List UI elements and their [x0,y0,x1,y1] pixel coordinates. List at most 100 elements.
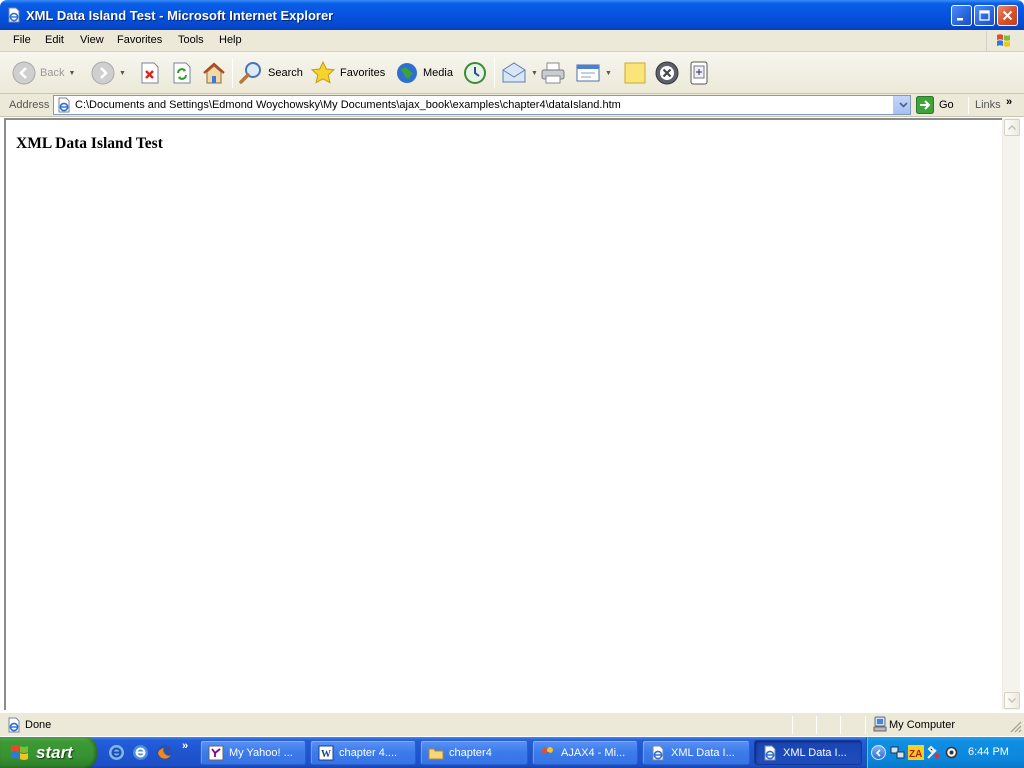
taskbar-item-label: My Yahoo! ... [229,746,293,759]
back-dropdown-icon[interactable]: ▼ [68,70,75,77]
discuss-button[interactable] [623,59,647,87]
forward-button[interactable]: ▼ [91,59,126,87]
address-dropdown-button[interactable] [893,96,910,114]
forward-arrow-icon [91,61,115,85]
taskbar-item-label: XML Data I... [783,746,847,759]
note-icon [624,62,646,84]
arrow-up-icon [1008,125,1016,130]
media-globe-icon [397,63,417,83]
menu-bar: File Edit View Favorites Tools Help [0,30,1024,52]
forward-dropdown-icon[interactable]: ▼ [119,70,126,77]
page-content: XML Data Island Test [4,118,1002,710]
mail-icon [502,62,526,83]
go-arrow-icon [916,96,934,114]
quick-launch-chevron-icon[interactable]: » [182,740,188,752]
maximize-button[interactable] [974,5,995,26]
menu-help[interactable]: Help [219,34,242,46]
media-button[interactable]: Media [395,59,453,87]
scroll-down-button[interactable] [1004,692,1020,709]
favorites-button[interactable]: Favorites [310,59,385,87]
maximize-icon [979,10,990,21]
zonealarm-icon[interactable]: ZA [908,745,924,760]
tools-icon[interactable] [926,745,941,760]
minimize-button[interactable] [951,5,972,26]
stop-button[interactable] [139,59,161,87]
network-icon[interactable] [890,745,905,760]
arrow-down-icon [1008,698,1016,703]
home-button[interactable] [201,59,227,87]
menu-tools[interactable]: Tools [178,34,204,46]
back-arrow-icon [12,61,36,85]
refresh-icon [173,62,191,84]
menu-file[interactable]: File [13,34,31,46]
windows-logo [986,31,1020,51]
search-label: Search [268,67,303,79]
back-button[interactable]: Back ▼ [12,59,75,87]
edit-page-icon [576,64,600,82]
address-field[interactable] [53,95,911,115]
printer-icon [541,62,565,84]
device-icon [690,61,708,85]
taskbar-item-2[interactable]: chapter4 [420,740,528,765]
address-bar: Address Go Links » [0,94,1024,117]
clock[interactable]: 6:44 PM [968,746,1009,758]
address-input[interactable] [75,97,885,113]
folder-icon [428,748,444,759]
start-button[interactable]: start [0,737,97,768]
mail-dropdown-icon[interactable]: ▼ [531,70,538,77]
print-button[interactable] [540,59,566,87]
title-bar[interactable]: XML Data Island Test - Microsoft Interne… [0,0,1024,30]
media-label: Media [423,67,453,79]
links-chevron-icon[interactable]: » [1006,96,1012,108]
zone-text: My Computer [889,719,956,731]
messenger-button[interactable] [654,59,680,87]
page-heading: XML Data Island Test [16,135,163,152]
links-button[interactable]: Links [975,99,1001,111]
status-text: Done [25,719,52,731]
tray-expand-button[interactable] [871,745,886,760]
status-divider [840,716,841,734]
history-clock-icon [464,62,486,84]
back-label: Back [40,67,65,79]
history-button[interactable] [463,59,487,87]
ie-page-icon [652,745,664,760]
svg-text:ZA: ZA [909,749,922,760]
windows-flag-icon [997,34,1010,47]
taskbar-item-label: AJAX4 - Mi... [561,746,626,759]
vertical-scrollbar[interactable] [1002,118,1020,710]
mail-button[interactable]: ▼ [501,59,538,87]
status-divider [865,716,866,734]
system-tray: ZA 6:44 PM [866,737,1024,768]
quick-launch-ie-icon[interactable] [108,744,125,761]
taskbar-item-5[interactable]: XML Data I... [754,740,862,765]
refresh-button[interactable] [171,59,193,87]
taskbar-item-0[interactable]: My Yahoo! ... [200,740,306,765]
ie-page-icon [764,745,776,760]
yahoo-icon [208,745,224,760]
settings-icon[interactable] [944,745,959,760]
chevron-left-icon [875,748,881,757]
taskbar-item-3[interactable]: AJAX4 - Mi... [532,740,638,765]
close-button[interactable] [997,5,1018,26]
menu-favorites[interactable]: Favorites [117,34,162,46]
edit-button[interactable]: ▼ [575,59,612,87]
address-label: Address [9,99,50,111]
taskbar-item-1[interactable]: W chapter 4.... [310,740,416,765]
resize-grip-icon[interactable] [1008,719,1022,733]
taskbar-item-4[interactable]: XML Data I... [642,740,750,765]
menu-view[interactable]: View [80,34,104,46]
taskbar: start » My Yahoo! ... W chapter 4.... ch… [0,737,1024,768]
status-bar: Done My Computer [0,712,1024,736]
menu-edit[interactable]: Edit [45,34,64,46]
edit-dropdown-icon[interactable]: ▼ [605,70,612,77]
quick-launch-ie-icon[interactable] [132,744,149,761]
scroll-up-button[interactable] [1004,119,1020,136]
taskbar-item-label: XML Data I... [671,746,735,759]
research-button[interactable] [689,59,709,87]
status-divider [816,716,817,734]
taskbar-item-label: chapter 4.... [339,746,398,759]
go-button[interactable]: Go [916,96,954,114]
quick-launch-firefox-icon[interactable] [156,744,173,761]
favorites-label: Favorites [340,67,386,79]
search-button[interactable]: Search [238,59,303,87]
